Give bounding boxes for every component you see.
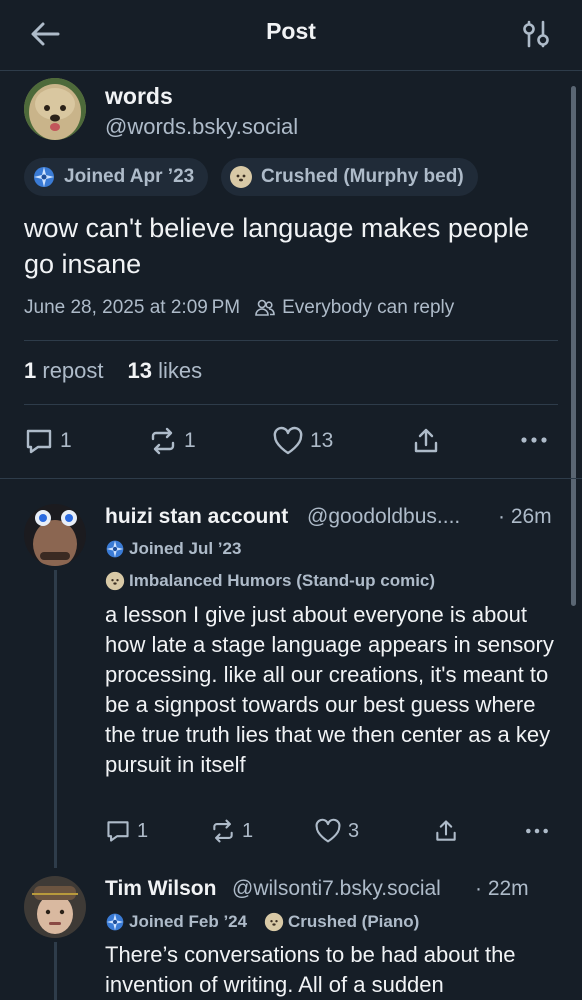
- repost-button[interactable]: 1: [210, 818, 253, 844]
- reply-setting[interactable]: Everybody can reply: [254, 297, 454, 319]
- like-action-count: 13: [310, 429, 334, 452]
- header-bar: Post: [0, 0, 582, 71]
- reply-text: There’s conversations to be had about th…: [105, 942, 516, 997]
- status-avatar-icon: [105, 571, 125, 591]
- people-icon: [254, 297, 276, 319]
- comment-icon: [107, 821, 129, 842]
- repost-count[interactable]: 1 repost: [24, 358, 104, 384]
- repost-action-count: 1: [242, 819, 254, 842]
- like-count[interactable]: 13 likes: [128, 358, 203, 384]
- author-name[interactable]: words: [105, 83, 173, 110]
- like-button[interactable]: 13: [272, 426, 333, 456]
- thread-settings-icon[interactable]: [518, 16, 554, 52]
- status-badge-label: Imbalanced Humors (Stand-up comic): [129, 571, 436, 590]
- reply-text: a lesson I give just about everyone is a…: [105, 602, 554, 777]
- reply-count: 1: [60, 429, 72, 452]
- share-button[interactable]: [411, 426, 441, 456]
- joined-badge[interactable]: Joined Feb ’24: [105, 912, 247, 932]
- reply-author-handle[interactable]: @goodoldbus....: [307, 505, 460, 529]
- reply-time: · 22m: [475, 877, 529, 900]
- bluesky-compass-icon: [105, 912, 125, 932]
- divider: [24, 340, 558, 341]
- divider: [24, 404, 558, 405]
- repost-icon: [151, 427, 175, 455]
- status-badge-label: Crushed (Murphy bed): [261, 166, 464, 187]
- like-action-count: 3: [348, 819, 360, 842]
- avatar[interactable]: [24, 504, 86, 566]
- share-button[interactable]: [433, 818, 459, 844]
- heart-icon: [273, 426, 303, 455]
- reply-author-handle[interactable]: @wilsonti7.bsky.social: [232, 877, 441, 901]
- post-meta: June 28, 2025 at 2:09 PM Everybody can r…: [24, 297, 454, 319]
- reply-setting-label: Everybody can reply: [282, 297, 455, 318]
- divider: [0, 478, 582, 479]
- reply-button[interactable]: 1: [105, 818, 148, 844]
- joined-badge[interactable]: Joined Jul ’23: [105, 539, 241, 559]
- status-badge[interactable]: Imbalanced Humors (Stand-up comic): [105, 571, 435, 591]
- like-button[interactable]: 3: [314, 818, 359, 844]
- reply-time: · 26m: [498, 505, 552, 528]
- reply-author-name[interactable]: huizi stan account: [105, 505, 288, 529]
- bluesky-compass-icon: [32, 165, 56, 189]
- ellipsis-icon: [521, 437, 547, 443]
- repost-action-count: 1: [184, 429, 196, 452]
- avatar[interactable]: [24, 78, 86, 140]
- reply-button[interactable]: 1: [24, 426, 72, 456]
- share-icon: [436, 820, 456, 841]
- avatar[interactable]: [24, 876, 86, 938]
- scrollbar[interactable]: [571, 86, 576, 606]
- bluesky-compass-icon: [105, 539, 125, 559]
- joined-badge-label: Joined Apr ’23: [64, 166, 195, 187]
- status-badge-label: Crushed (Piano): [288, 912, 420, 931]
- share-icon: [414, 428, 438, 453]
- status-badge[interactable]: Crushed (Murphy bed): [221, 158, 478, 196]
- joined-badge[interactable]: Joined Apr ’23: [24, 158, 209, 196]
- status-avatar-icon: [264, 912, 284, 932]
- more-options-button[interactable]: [519, 432, 549, 448]
- heart-icon: [315, 818, 341, 843]
- repost-icon: [213, 819, 233, 843]
- reply-count: 1: [137, 819, 149, 842]
- joined-badge-label: Joined Feb ’24: [129, 912, 248, 931]
- page-title: Post: [266, 18, 316, 44]
- comment-icon: [26, 429, 52, 454]
- more-options-button[interactable]: [524, 823, 550, 839]
- post-text: wow can't believe language makes people …: [24, 213, 529, 279]
- post-timestamp: June 28, 2025 at 2:09 PM: [24, 297, 241, 318]
- repost-button[interactable]: 1: [148, 426, 196, 456]
- joined-badge-label: Joined Jul ’23: [129, 539, 242, 558]
- ellipsis-icon: [526, 828, 548, 834]
- thread-line: [54, 942, 57, 1000]
- author-handle[interactable]: @words.bsky.social: [105, 114, 298, 140]
- engagement-counts: 1 repost 13 likes: [24, 358, 202, 384]
- status-avatar-icon: [229, 165, 253, 189]
- reply-author-name[interactable]: Tim Wilson: [105, 877, 216, 901]
- status-badge[interactable]: Crushed (Piano): [264, 912, 419, 932]
- thread-line: [54, 570, 57, 868]
